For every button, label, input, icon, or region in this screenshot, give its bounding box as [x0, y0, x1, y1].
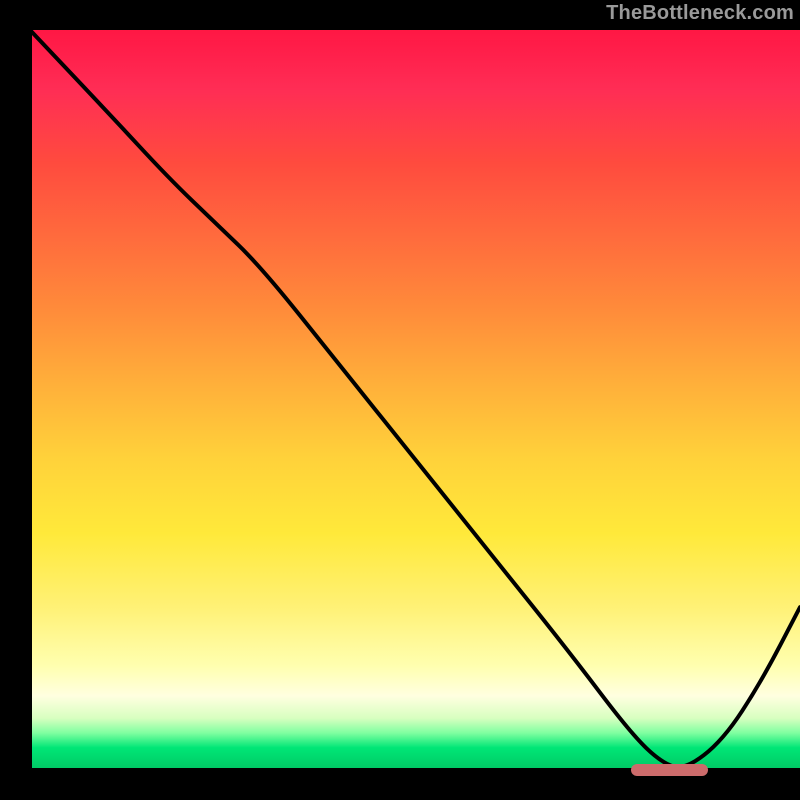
y-axis	[28, 28, 32, 772]
flat-segment-marker	[631, 764, 708, 776]
watermark-text: TheBottleneck.com	[606, 2, 794, 25]
chart-container: TheBottleneck.com	[0, 0, 800, 800]
gradient-background	[30, 30, 800, 770]
